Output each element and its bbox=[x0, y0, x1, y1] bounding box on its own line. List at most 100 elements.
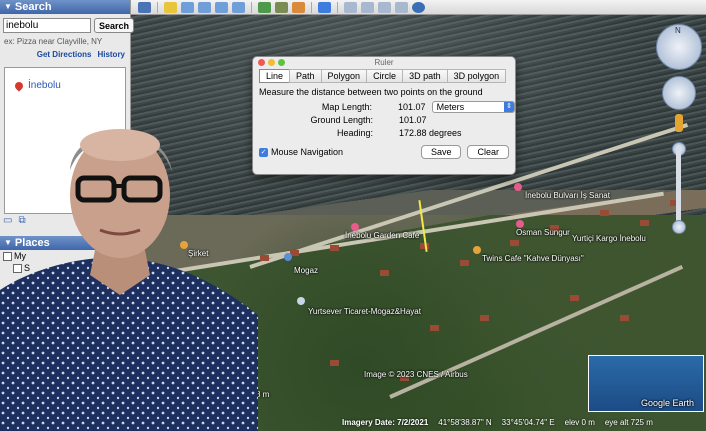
history-link[interactable]: History bbox=[97, 50, 125, 59]
mouse-navigation-checkbox[interactable]: ✓ bbox=[259, 147, 268, 157]
search-button[interactable]: Search bbox=[94, 18, 135, 33]
map-length-row: Map Length: 101.07 Meters ⇕ bbox=[253, 100, 515, 113]
save-button[interactable]: Save bbox=[420, 145, 462, 159]
google-earth-logo: Google Earth bbox=[641, 398, 695, 408]
building bbox=[570, 295, 579, 301]
compass-north-icon: N bbox=[675, 26, 681, 35]
path-icon[interactable] bbox=[198, 1, 211, 13]
map-label-8m: 8 m bbox=[256, 390, 270, 399]
toolbar-divider bbox=[337, 1, 338, 13]
search-result-item[interactable]: İnebolu bbox=[5, 68, 125, 92]
print-icon[interactable] bbox=[361, 1, 374, 13]
elevation-readout: elev 0 m bbox=[564, 417, 595, 427]
email-icon[interactable] bbox=[344, 1, 357, 13]
save-image-icon[interactable] bbox=[378, 1, 391, 13]
ground-length-row: Ground Length: 101.07 bbox=[253, 113, 515, 126]
map-label-kargo[interactable]: Yurtiçi Kargo İnebolu bbox=[572, 234, 646, 243]
tab-line[interactable]: Line bbox=[259, 69, 291, 83]
overview-minimap[interactable]: Google Earth bbox=[588, 355, 704, 412]
search-panel-header[interactable]: ▼ Search bbox=[0, 0, 130, 14]
heading-label: Heading: bbox=[336, 127, 373, 138]
zoom-slider[interactable] bbox=[676, 145, 681, 225]
search-panel-title: Search bbox=[14, 1, 52, 13]
street-view-pegman-icon[interactable] bbox=[675, 114, 683, 132]
record-tour-icon[interactable] bbox=[232, 1, 245, 13]
maximize-window-icon[interactable] bbox=[278, 59, 285, 66]
building bbox=[430, 325, 439, 331]
tab-circle[interactable]: Circle bbox=[366, 69, 404, 83]
toolbar-divider bbox=[251, 1, 252, 13]
earth-gallery-icon[interactable] bbox=[412, 1, 425, 13]
search-hint: ex: Pizza near Clayville, NY bbox=[4, 37, 103, 46]
tab-polygon[interactable]: Polygon bbox=[320, 69, 368, 83]
ruler-window-title: Ruler bbox=[374, 58, 394, 67]
map-label-mogaz[interactable]: Mogaz bbox=[294, 266, 318, 275]
location-pin-icon bbox=[13, 79, 25, 92]
toolbar-divider bbox=[157, 1, 158, 13]
building bbox=[640, 220, 649, 226]
tab-path[interactable]: Path bbox=[289, 69, 322, 83]
sunlight-icon[interactable] bbox=[275, 1, 288, 13]
ruler-icon[interactable] bbox=[318, 1, 331, 13]
minimize-window-icon[interactable] bbox=[268, 59, 275, 66]
clear-button[interactable]: Clear bbox=[467, 145, 509, 159]
map-length-label: Map Length: bbox=[321, 101, 372, 112]
poi-marker[interactable] bbox=[297, 297, 305, 305]
building bbox=[460, 260, 469, 266]
get-directions-link[interactable]: Get Directions bbox=[37, 50, 92, 59]
ruler-tab-bar: Line Path Polygon Circle 3D path 3D poly… bbox=[259, 69, 509, 83]
ruler-titlebar[interactable]: Ruler bbox=[253, 57, 515, 68]
longitude-readout: 33°45'04.74" E bbox=[501, 417, 555, 427]
building bbox=[620, 315, 629, 321]
building bbox=[330, 245, 339, 251]
ground-length-label: Ground Length: bbox=[310, 114, 373, 125]
map-label-twins[interactable]: Twins Cafe "Kahve Dünyası" bbox=[482, 254, 584, 263]
historical-imagery-icon[interactable] bbox=[258, 1, 271, 13]
ground-length-value: 101.07 bbox=[399, 114, 427, 125]
poi-marker[interactable] bbox=[284, 253, 292, 261]
map-label-garden[interactable]: İnebolu Garden Cafe bbox=[345, 231, 419, 240]
building bbox=[380, 270, 389, 276]
search-result-label: İnebolu bbox=[28, 80, 61, 91]
building bbox=[260, 255, 269, 261]
disclosure-triangle-icon[interactable]: ▼ bbox=[4, 0, 12, 14]
map-label-boulevard[interactable]: İnebolu Bulvarı İş Sanat bbox=[525, 191, 610, 200]
view-in-maps-icon[interactable] bbox=[395, 1, 408, 13]
heading-row: Heading: 172.88 degrees bbox=[253, 126, 515, 139]
ruler-description: Measure the distance between two points … bbox=[259, 87, 483, 97]
eye-altitude-readout: eye alt 725 m bbox=[604, 417, 653, 427]
chevron-up-down-icon: ⇕ bbox=[504, 101, 514, 112]
main-toolbar bbox=[130, 0, 706, 15]
compass-control[interactable]: N bbox=[656, 24, 702, 70]
sidebar-toggle-icon[interactable] bbox=[138, 1, 151, 13]
placemark-icon[interactable] bbox=[164, 1, 177, 13]
image-overlay-icon[interactable] bbox=[215, 1, 228, 13]
map-label-ticaret[interactable]: Yurtsever Ticaret-Mogaz&Hayat bbox=[308, 307, 421, 316]
planets-icon[interactable] bbox=[292, 1, 305, 13]
status-bar: Imagery Date: 7/2/2021 41°58'38.87" N 33… bbox=[130, 413, 706, 431]
poi-marker[interactable] bbox=[516, 220, 524, 228]
heading-value: 172.88 degrees bbox=[399, 127, 462, 138]
toolbar-divider bbox=[311, 1, 312, 13]
search-input[interactable] bbox=[3, 18, 91, 33]
latitude-readout: 41°58'38.87" N bbox=[438, 417, 492, 427]
look-joystick[interactable] bbox=[662, 76, 696, 110]
poi-marker[interactable] bbox=[351, 223, 359, 231]
presenter-photo bbox=[0, 129, 258, 431]
poi-marker[interactable] bbox=[473, 246, 481, 254]
tab-3d-polygon[interactable]: 3D polygon bbox=[446, 69, 507, 83]
map-label-osman[interactable]: Osman Sungur bbox=[516, 228, 570, 237]
close-window-icon[interactable] bbox=[258, 59, 265, 66]
mouse-navigation-label: Mouse Navigation bbox=[271, 147, 344, 157]
imagery-date: Imagery Date: 7/2/2021 bbox=[342, 417, 429, 427]
tab-3d-path[interactable]: 3D path bbox=[402, 69, 448, 83]
building bbox=[510, 240, 519, 246]
unit-select-value: Meters bbox=[436, 101, 465, 112]
zoom-out-button[interactable] bbox=[672, 220, 686, 234]
unit-select[interactable]: Meters ⇕ bbox=[431, 100, 515, 113]
building bbox=[600, 210, 609, 216]
map-copyright: Image © 2023 CNES / Airbus bbox=[364, 370, 468, 379]
poi-marker[interactable] bbox=[514, 183, 522, 191]
polygon-icon[interactable] bbox=[181, 1, 194, 13]
map-length-value: 101.07 bbox=[397, 101, 426, 112]
